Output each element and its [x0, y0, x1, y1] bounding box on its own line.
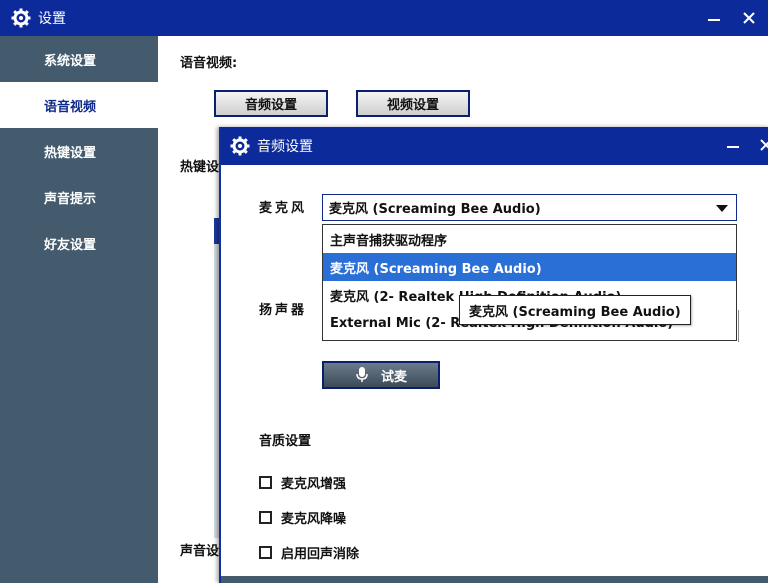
microphone-icon	[356, 367, 368, 382]
mic-boost-option[interactable]: 麦克风增强	[259, 473, 346, 492]
test-mic-button-label: 试麦	[380, 369, 407, 385]
sidebar-item-voice-video[interactable]: 语音视频	[0, 82, 158, 128]
dialog-minimize-button[interactable]	[721, 133, 745, 157]
video-settings-button[interactable]: 视频设置	[356, 90, 470, 117]
gear-icon	[11, 8, 31, 28]
option-tooltip: 麦克风 (Screaming Bee Audio)	[459, 295, 691, 325]
sidebar-item-system[interactable]: 系统设置	[0, 36, 158, 82]
close-button[interactable]	[737, 6, 761, 30]
noise-reduction-option[interactable]: 麦克风降噪	[259, 508, 346, 527]
minimize-button[interactable]	[702, 6, 726, 30]
sidebar-item-label: 声音提示	[44, 191, 97, 207]
settings-window-title: 设置	[38, 11, 66, 27]
audio-dialog-title: 音频设置	[257, 139, 313, 155]
dialog-close-button[interactable]	[754, 133, 768, 157]
checkbox-label: 麦克风增强	[281, 477, 347, 492]
section-title-voice-video: 语音视频:	[180, 56, 238, 71]
checkbox-label: 启用回声消除	[281, 547, 360, 562]
audio-quality-label: 音质设置	[259, 434, 312, 449]
close-icon	[743, 12, 755, 24]
section-title-hotkeys: 热键设	[180, 160, 220, 175]
sidebar-item-friends[interactable]: 好友设置	[0, 220, 158, 266]
audio-settings-button[interactable]: 音频设置	[214, 90, 328, 117]
sidebar-item-label: 好友设置	[44, 237, 97, 253]
mic-select[interactable]: 麦克风 (Screaming Bee Audio)	[322, 194, 737, 221]
checkbox-label: 麦克风降噪	[281, 512, 347, 527]
chevron-down-icon[interactable]	[716, 205, 728, 212]
echo-cancel-option[interactable]: 启用回声消除	[259, 543, 359, 562]
settings-titlebar: 设置	[0, 0, 768, 36]
close-icon	[760, 139, 768, 151]
sidebar-item-label: 系统设置	[44, 53, 97, 69]
audio-dialog-titlebar: 音频设置	[221, 127, 768, 165]
speaker-label: 扬声器	[259, 303, 308, 318]
noise-reduction-checkbox[interactable]	[259, 511, 272, 524]
gear-icon	[230, 136, 250, 156]
sidebar-item-sound-alerts[interactable]: 声音提示	[0, 174, 158, 220]
dropdown-option[interactable]: 主声音捕获驱动程序	[323, 225, 736, 253]
mic-boost-checkbox[interactable]	[259, 476, 272, 489]
minimize-icon	[727, 146, 739, 148]
section-title-sound: 声音设	[180, 544, 220, 559]
dialog-footer-bar	[221, 576, 768, 583]
sidebar-item-hotkeys[interactable]: 热键设置	[0, 128, 158, 174]
sidebar-item-label: 语音视频	[44, 99, 97, 115]
sidebar-item-label: 热键设置	[44, 145, 97, 161]
settings-sidebar: 系统设置 语音视频 热键设置 声音提示 好友设置	[0, 36, 158, 583]
dropdown-option-selected[interactable]: 麦克风 (Screaming Bee Audio)	[323, 253, 736, 281]
mic-select-value: 麦克风 (Screaming Bee Audio)	[329, 202, 541, 217]
minimize-icon	[708, 19, 720, 21]
echo-cancel-checkbox[interactable]	[259, 546, 272, 559]
mic-label: 麦克风	[259, 201, 308, 216]
audio-settings-dialog: 音频设置 麦克风 麦克风 (Screaming Bee Audio) 扬声器 主…	[219, 127, 768, 583]
test-mic-button[interactable]: 试麦	[322, 361, 440, 389]
